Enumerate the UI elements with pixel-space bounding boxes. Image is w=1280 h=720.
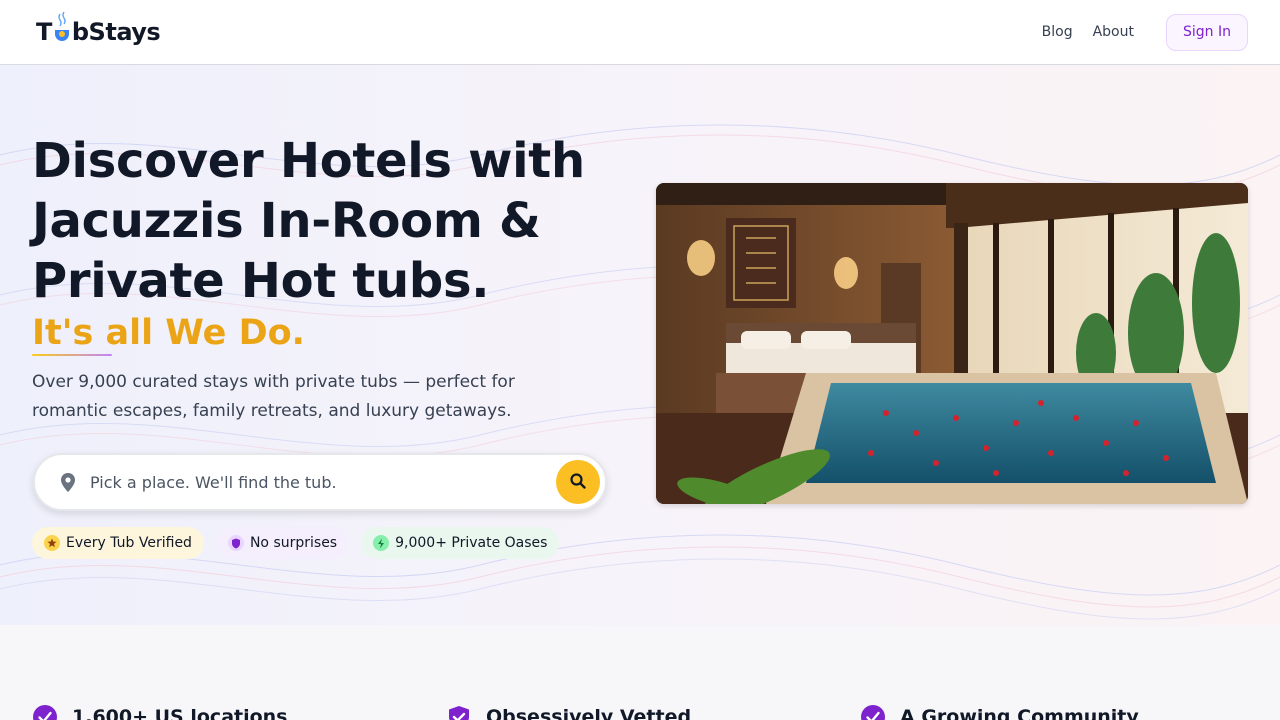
- feature-title: Obsessively Vetted: [486, 706, 692, 720]
- brand-suffix: bStays: [71, 18, 161, 46]
- hero-tagline: It's all We Do.: [32, 313, 305, 353]
- hero-subtext: Over 9,000 curated stays with private tu…: [32, 372, 515, 421]
- feature-title: 1,600+ US locations: [72, 706, 288, 720]
- nav-links: Blog About Sign In: [1042, 13, 1248, 51]
- feature-community: A Growing Community: [861, 705, 1139, 720]
- badge-no-surprises: No surprises: [215, 527, 350, 559]
- search-icon: [569, 472, 587, 493]
- badge-oases: 9,000+ Private Oases: [361, 527, 560, 559]
- check-shield-icon: [447, 705, 471, 720]
- headline-line-3: Private Hot tubs.: [32, 253, 490, 309]
- shield-icon: [227, 535, 244, 551]
- trust-badges: Every Tub Verified No surprises 9,000+ P…: [32, 527, 560, 559]
- headline-line-2: Jacuzzis In-Room &: [32, 193, 541, 249]
- badge-label: Every Tub Verified: [66, 535, 192, 551]
- feature-title: A Growing Community: [900, 706, 1139, 720]
- search-input[interactable]: [90, 465, 540, 499]
- hero-headline: Discover Hotels with Jacuzzis In-Room & …: [32, 131, 622, 311]
- brand-prefix: T: [36, 18, 52, 46]
- brand-logo[interactable]: T bStays: [36, 11, 161, 52]
- sign-in-button[interactable]: Sign In: [1166, 13, 1248, 51]
- feature-vetted: Obsessively Vetted: [447, 705, 691, 720]
- search-bar: [33, 453, 607, 511]
- badge-verified: Every Tub Verified: [32, 527, 204, 559]
- bolt-icon: [373, 535, 390, 551]
- top-nav: T bStays Blog About Sign In: [0, 0, 1280, 65]
- headline-line-1: Discover Hotels with: [32, 133, 585, 189]
- search-button[interactable]: [556, 460, 600, 504]
- feature-locations: 1,600+ US locations: [33, 705, 288, 720]
- check-circle-icon: [861, 705, 885, 720]
- tagline-underline: [32, 354, 112, 356]
- brand-wordmark: T bStays: [36, 11, 161, 46]
- hero-hotel-photo: [656, 183, 1248, 504]
- map-pin-icon: [58, 472, 78, 494]
- nav-about-link[interactable]: About: [1093, 24, 1134, 40]
- badge-label: No surprises: [249, 535, 338, 551]
- badge-label: 9,000+ Private Oases: [395, 535, 548, 551]
- nav-blog-link[interactable]: Blog: [1042, 24, 1073, 40]
- features-row: 1,600+ US locations Obsessively Vetted A…: [0, 625, 1280, 720]
- star-icon: [44, 535, 60, 551]
- hot-tub-logo-icon: [53, 11, 71, 46]
- check-circle-icon: [33, 705, 57, 720]
